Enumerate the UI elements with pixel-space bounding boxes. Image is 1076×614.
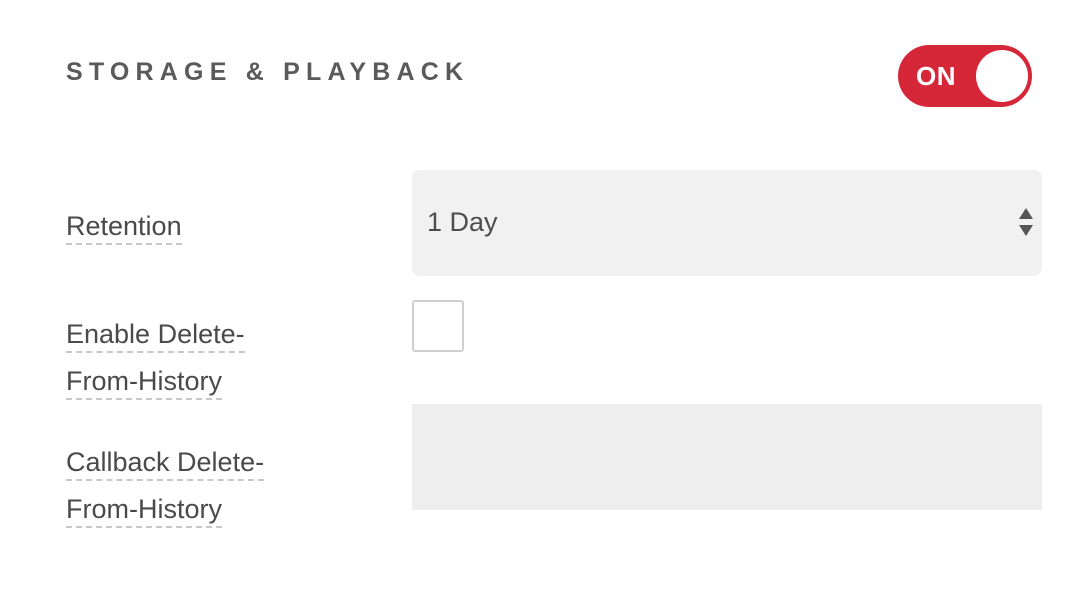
callback-delete-label: Callback Delete- From-History xyxy=(66,439,265,533)
retention-selected-value: 1 Day xyxy=(427,207,498,237)
section-title: STORAGE & PLAYBACK xyxy=(66,58,470,86)
callback-delete-label-line2: From-History xyxy=(66,492,222,528)
retention-select[interactable]: 1 Day xyxy=(412,170,1042,276)
callback-delete-label-line1: Callback Delete- xyxy=(66,445,265,481)
toggle-knob xyxy=(976,50,1028,102)
retention-label-text: Retention xyxy=(66,209,182,245)
arrow-down-icon xyxy=(1019,225,1033,236)
select-arrows-icon xyxy=(1018,208,1034,238)
retention-label: Retention xyxy=(66,203,182,250)
storage-playback-panel: STORAGE & PLAYBACK ON Retention 1 Day En… xyxy=(0,0,1076,614)
enable-delete-label-line1: Enable Delete- xyxy=(66,317,245,353)
arrow-up-icon xyxy=(1019,208,1033,219)
enable-delete-label: Enable Delete- From-History xyxy=(66,311,245,405)
enable-delete-label-line2: From-History xyxy=(66,364,222,400)
toggle-label: ON xyxy=(916,61,956,91)
callback-delete-input[interactable] xyxy=(412,404,1042,510)
storage-playback-toggle[interactable]: ON xyxy=(898,45,1032,107)
enable-delete-checkbox[interactable] xyxy=(412,300,464,352)
